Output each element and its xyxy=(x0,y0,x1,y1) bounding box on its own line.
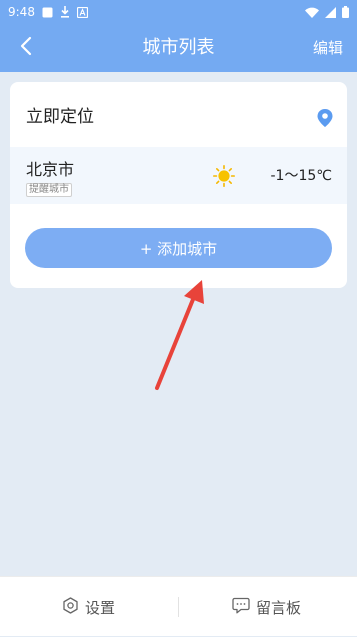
locate-row[interactable]: 立即定位 xyxy=(10,82,347,147)
bottom-bar: 设置 留言板 xyxy=(0,576,357,636)
tab-settings-label: 设置 xyxy=(85,598,116,617)
add-city-button[interactable]: + 添加城市 xyxy=(25,228,332,268)
sun-icon xyxy=(213,165,236,191)
city-temperature: -1～15℃ xyxy=(270,168,333,184)
notification-square-icon xyxy=(42,7,53,18)
tab-settings[interactable]: 设置 xyxy=(62,577,115,637)
download-icon xyxy=(60,6,70,18)
status-right xyxy=(305,6,349,18)
reminder-city-badge: 提醒城市 xyxy=(26,183,72,197)
locate-label: 立即定位 xyxy=(26,107,94,127)
city-name: 北京市 xyxy=(26,160,75,179)
edit-button[interactable]: 编辑 xyxy=(313,38,343,58)
status-left: 9:48 xyxy=(8,5,88,19)
tab-message-board[interactable]: 留言板 xyxy=(232,577,301,637)
annotation-arrow-icon xyxy=(150,278,212,398)
tab-message-board-label: 留言板 xyxy=(256,598,302,617)
location-pin-icon[interactable] xyxy=(317,109,333,131)
signal-icon xyxy=(325,6,336,18)
status-time: 9:48 xyxy=(8,5,35,19)
app-bar: 城市列表 编辑 xyxy=(0,24,357,72)
wifi-icon xyxy=(305,7,319,18)
battery-icon xyxy=(342,6,349,18)
tab-divider xyxy=(178,597,179,617)
app-notification-icon xyxy=(76,6,88,18)
city-list-card: 立即定位 北京市 提醒城市 -1～15℃ + 添加城市 xyxy=(10,82,347,288)
status-bar: 9:48 xyxy=(0,0,357,24)
city-row-beijing[interactable]: 北京市 提醒城市 -1～15℃ xyxy=(10,147,347,204)
message-icon xyxy=(232,597,250,618)
gear-icon xyxy=(62,596,79,618)
page-title: 城市列表 xyxy=(142,37,215,58)
